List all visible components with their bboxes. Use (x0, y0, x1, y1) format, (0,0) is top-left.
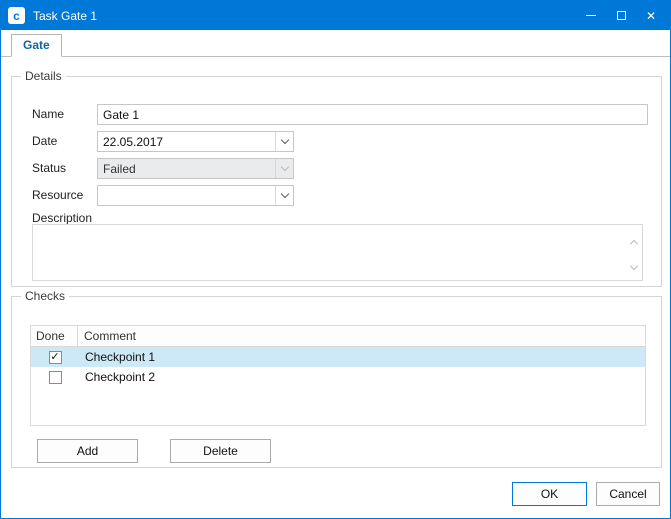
window-title: Task Gate 1 (33, 9, 576, 23)
app-icon: c (8, 7, 25, 24)
titlebar[interactable]: c Task Gate 1 ✕ (1, 1, 670, 30)
delete-button[interactable]: Delete (170, 439, 271, 463)
scroll-down-icon[interactable] (631, 256, 637, 274)
window-controls: ✕ (576, 1, 666, 30)
column-header-comment[interactable]: Comment (78, 326, 645, 346)
ok-button[interactable]: OK (512, 482, 587, 506)
name-label: Name (32, 104, 64, 125)
table-header: Done Comment (31, 326, 645, 347)
description-textarea[interactable] (32, 224, 643, 281)
minimize-icon (586, 15, 596, 16)
tab-strip: Gate (1, 34, 670, 57)
comment-cell: Checkpoint 2 (79, 367, 645, 387)
done-cell (31, 367, 79, 387)
checks-group: Checks Done Comment ✓ Checkpoint 1 Check… (11, 296, 662, 468)
status-label: Status (32, 158, 66, 179)
status-chevron-down-icon (275, 159, 293, 178)
close-button[interactable]: ✕ (636, 1, 666, 30)
checkbox-unchecked[interactable] (49, 371, 62, 384)
date-chevron-down-icon[interactable] (275, 132, 293, 151)
table-row[interactable]: Checkpoint 2 (31, 367, 645, 387)
resource-chevron-down-icon[interactable] (275, 186, 293, 205)
add-button[interactable]: Add (37, 439, 138, 463)
app-icon-glyph: c (13, 10, 20, 22)
maximize-button[interactable] (606, 1, 636, 30)
dialog-window: c Task Gate 1 ✕ Gate Details Name Date 2… (0, 0, 671, 519)
status-combo: Failed (97, 158, 294, 179)
check-icon: ✓ (50, 352, 59, 363)
cancel-button[interactable]: Cancel (596, 482, 660, 506)
date-combo[interactable]: 22.05.2017 (97, 131, 294, 152)
column-header-done[interactable]: Done (31, 326, 78, 346)
date-combo-value: 22.05.2017 (98, 135, 275, 149)
checks-table: Done Comment ✓ Checkpoint 1 Checkpoint 2 (30, 325, 646, 426)
table-row[interactable]: ✓ Checkpoint 1 (31, 347, 645, 367)
comment-cell: Checkpoint 1 (79, 347, 645, 367)
name-input[interactable] (97, 104, 648, 125)
checkbox-checked[interactable]: ✓ (49, 351, 62, 364)
details-legend: Details (21, 69, 66, 83)
close-icon: ✕ (646, 9, 656, 23)
date-label: Date (32, 131, 57, 152)
resource-combo[interactable] (97, 185, 294, 206)
minimize-button[interactable] (576, 1, 606, 30)
maximize-icon (617, 11, 626, 20)
scroll-up-icon[interactable] (631, 231, 637, 249)
tab-gate[interactable]: Gate (11, 34, 62, 57)
resource-label: Resource (32, 185, 83, 206)
checks-legend: Checks (21, 289, 69, 303)
details-group: Details Name Date 22.05.2017 Status Fail… (11, 76, 662, 287)
status-combo-value: Failed (98, 162, 275, 176)
done-cell: ✓ (31, 347, 79, 367)
